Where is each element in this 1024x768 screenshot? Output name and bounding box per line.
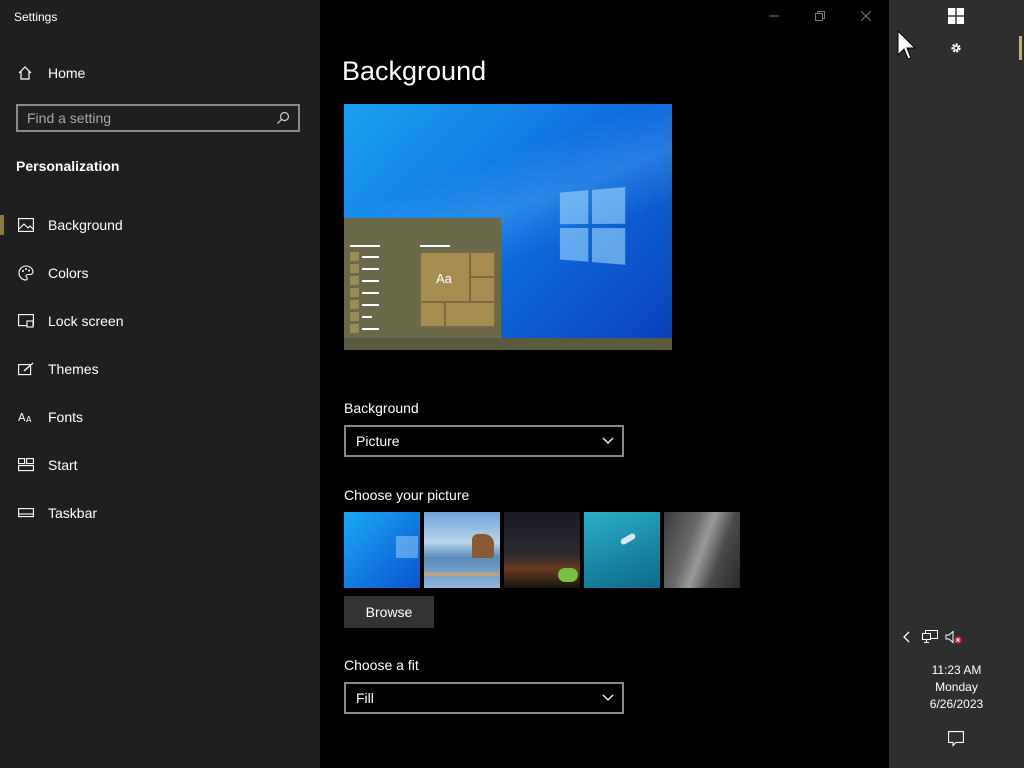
palette-icon: [17, 264, 35, 282]
sidebar-item-taskbar[interactable]: Taskbar: [0, 493, 320, 533]
windows-start-icon[interactable]: [947, 7, 965, 25]
chevron-left-icon[interactable]: [899, 629, 913, 645]
mouse-cursor-icon: [897, 29, 917, 67]
choose-fit-label: Choose a fit: [344, 657, 419, 673]
choose-fit-dropdown[interactable]: Fill: [344, 682, 624, 714]
minimize-button[interactable]: [751, 0, 797, 32]
notification-icon[interactable]: [946, 730, 966, 748]
sidebar-item-label: Lock screen: [48, 313, 124, 329]
window-controls: [751, 0, 889, 32]
chevron-down-icon: [602, 437, 614, 444]
picture-thumbnails: [344, 512, 744, 588]
page-title: Background: [342, 56, 487, 86]
themes-icon: [17, 360, 35, 378]
home-nav-item[interactable]: Home: [16, 62, 85, 84]
restore-button[interactable]: [797, 0, 843, 32]
tray-date: 6/26/2023: [929, 697, 984, 711]
preview-sample-text: Aa: [436, 271, 452, 286]
choose-picture-label: Choose your picture: [344, 487, 470, 503]
search-box[interactable]: [16, 104, 300, 132]
picture-thumbnail-rock-cliff[interactable]: [664, 512, 740, 588]
taskbar-icon: [17, 504, 35, 522]
home-label: Home: [48, 65, 86, 81]
picture-thumbnail-beach[interactable]: [424, 512, 500, 588]
background-preview: Aa: [344, 104, 672, 350]
svg-text:A: A: [18, 411, 26, 424]
choose-fit-value: Fill: [356, 690, 374, 706]
system-tray-panel: 11:23 AM Monday 6/26/2023: [889, 0, 1024, 768]
picture-thumbnail-windows[interactable]: [344, 512, 420, 588]
search-icon[interactable]: [272, 107, 294, 129]
sidebar-item-label: Start: [48, 457, 78, 473]
sidebar-item-label: Themes: [48, 361, 99, 377]
main-content: Background Aa Background Picture Choose …: [320, 0, 889, 768]
tray-day: Monday: [935, 680, 978, 694]
search-input[interactable]: [18, 105, 272, 131]
image-icon: [17, 216, 35, 234]
network-icon[interactable]: [921, 629, 939, 645]
gear-icon[interactable]: [947, 39, 965, 57]
windows-logo-icon: [559, 187, 627, 267]
section-title: Personalization: [16, 158, 120, 174]
restore-icon: [815, 11, 825, 21]
browse-button[interactable]: Browse: [344, 596, 434, 628]
sidebar-item-background[interactable]: Background: [0, 205, 320, 245]
svg-text:A: A: [26, 415, 32, 424]
home-icon: [16, 64, 34, 82]
background-type-label: Background: [344, 400, 419, 416]
fonts-icon: AA: [17, 408, 35, 426]
sidebar-item-label: Fonts: [48, 409, 84, 425]
sidebar-item-label: Taskbar: [48, 505, 98, 521]
start-menu-preview: Aa: [344, 218, 501, 338]
background-type-value: Picture: [356, 433, 400, 449]
tray-time: 11:23 AM: [931, 663, 982, 677]
sidebar-item-label: Colors: [48, 265, 89, 281]
chevron-down-icon: [602, 694, 614, 701]
close-button[interactable]: [843, 0, 889, 32]
sidebar-item-fonts[interactable]: AA Fonts: [0, 397, 320, 437]
background-type-dropdown[interactable]: Picture: [344, 425, 624, 457]
sidebar-item-start[interactable]: Start: [0, 445, 320, 485]
accent-marker: [1019, 36, 1022, 60]
sidebar-item-lock-screen[interactable]: Lock screen: [0, 301, 320, 341]
minimize-icon: [769, 15, 779, 17]
start-icon: [17, 456, 35, 474]
volume-muted-icon[interactable]: [944, 629, 964, 645]
sidebar-item-label: Background: [48, 217, 123, 233]
picture-thumbnail-night-sky[interactable]: [504, 512, 580, 588]
close-icon: [861, 11, 871, 21]
picture-thumbnail-underwater[interactable]: [584, 512, 660, 588]
settings-sidebar: Settings Home Personalization Background…: [0, 0, 320, 768]
sidebar-item-colors[interactable]: Colors: [0, 253, 320, 293]
window-title: Settings: [14, 10, 58, 24]
lock-screen-icon: [17, 312, 35, 330]
sidebar-item-themes[interactable]: Themes: [0, 349, 320, 389]
